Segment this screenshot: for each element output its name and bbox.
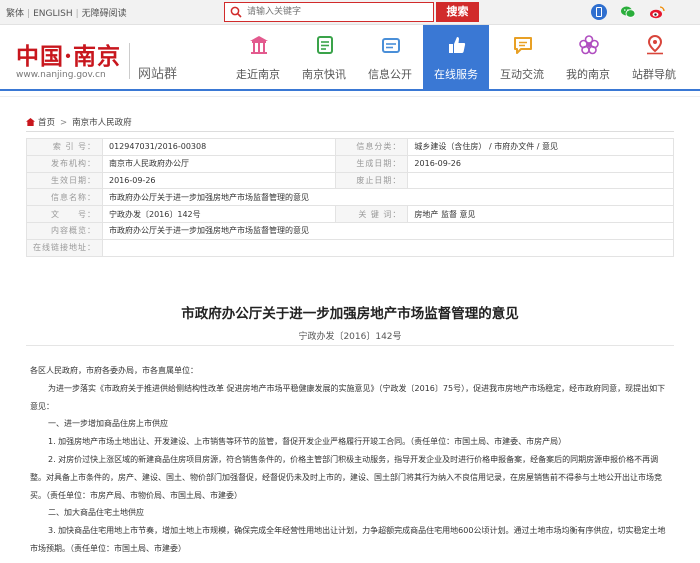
table-row: 在线链接地址：	[26, 238, 674, 257]
table-row: 信息名称： 市政府办公厅关于进一步加强房地产市场监督管理的意见	[26, 188, 674, 207]
meta-key: 文 号：	[26, 205, 103, 223]
breadcrumb-current[interactable]: 南京市人民政府	[72, 118, 132, 128]
section-heading: 一、进一步增加商品住房上市供应	[48, 419, 168, 429]
meta-key: 内容概览：	[26, 221, 103, 240]
paragraph: 2. 对房价过快上涨区域的新建商品住房项目房源，符合销售条件的，价格主管部门积极…	[30, 454, 662, 500]
meta-value: 房地产 监督 意见	[407, 205, 674, 223]
nav-label: 信息公开	[368, 68, 412, 81]
mobile-app-icon[interactable]	[591, 4, 607, 20]
news-icon	[317, 36, 333, 54]
meta-value: 市政府办公厅关于进一步加强房地产市场监督管理的意见	[102, 188, 674, 207]
nav-item-info-disclosure[interactable]: 信息公开	[357, 25, 423, 89]
link-english[interactable]: ENGLISH	[33, 9, 73, 19]
meta-value: 2016-09-26	[407, 154, 674, 173]
salutation: 各区人民政府，市府各委办局，市各直属单位：	[30, 366, 198, 375]
nav-label: 在线服务	[434, 68, 478, 81]
nav-item-site-navigation[interactable]: 站群导航	[621, 25, 687, 89]
table-row: 索 引 号： 012947031/2016-00308 信息分类： 城乡建设（含…	[26, 138, 674, 156]
document-icon	[382, 38, 400, 53]
nav-item-explore-nanjing[interactable]: 走近南京	[225, 25, 291, 89]
meta-key: 废止日期：	[335, 171, 409, 190]
search-icon	[230, 6, 242, 18]
site-group-label: 网站群	[138, 67, 178, 82]
paragraph: 1. 加强房地产市场土地出让、开发建设、上市销售等环节的监管，督促开发企业严格履…	[48, 437, 567, 447]
meta-value	[407, 171, 674, 190]
meta-key: 索 引 号：	[26, 138, 103, 156]
chat-icon	[514, 37, 532, 54]
divider	[26, 345, 674, 346]
meta-key: 在线链接地址：	[26, 238, 103, 257]
weibo-icon[interactable]	[649, 4, 665, 20]
nav-item-interaction[interactable]: 互动交流	[489, 25, 555, 89]
nav-label: 互动交流	[500, 68, 544, 81]
document-meta-table: 索 引 号： 012947031/2016-00308 信息分类： 城乡建设（含…	[26, 138, 674, 257]
table-row: 生效日期： 2016-09-26 废止日期：	[26, 171, 674, 190]
top-utility-bar: 繁体|ENGLISH|无障碍阅读 搜索	[0, 0, 700, 25]
pavilion-icon	[250, 36, 268, 54]
meta-value: 市政府办公厅关于进一步加强房地产市场监督管理的意见	[102, 221, 674, 240]
top-links: 繁体 | ENGLISH | 无障碍阅读	[6, 6, 127, 19]
site-url: www.nanjing.gov.cn	[16, 70, 106, 80]
nav-label: 我的南京	[566, 68, 610, 81]
site-logo[interactable]: 中国·南京	[16, 37, 121, 71]
location-pin-icon	[647, 35, 663, 55]
meta-key: 发布机构：	[26, 154, 103, 173]
nav-item-my-nanjing[interactable]: 我的南京	[555, 25, 621, 89]
divider	[26, 131, 674, 132]
meta-value: 宁政办发〔2016〕142号	[101, 205, 337, 223]
divider: |	[75, 9, 79, 19]
site-header: 中国·南京 www.nanjing.gov.cn 网站群 走近南京 南京快讯 信…	[0, 25, 700, 89]
meta-key: 信息分类：	[335, 138, 409, 156]
meta-value: 城乡建设（含住房） / 市府办文件 / 意见	[407, 138, 674, 156]
flower-icon	[579, 35, 599, 55]
document-body: 各区人民政府，市府各委办局，市各直属单位： 为进一步落实《市政府关于推进供给侧结…	[30, 362, 666, 558]
section-heading: 二、加大商品住宅土地供应	[48, 508, 144, 518]
nav-item-nanjing-news[interactable]: 南京快讯	[291, 25, 357, 89]
nav-label: 南京快讯	[302, 68, 346, 81]
table-row: 内容概览： 市政府办公厅关于进一步加强房地产市场监督管理的意见	[26, 221, 674, 240]
thumbs-up-icon	[449, 37, 466, 53]
meta-value: 012947031/2016-00308	[101, 138, 337, 156]
link-accessibility[interactable]: 无障碍阅读	[82, 6, 127, 19]
search-box	[224, 2, 434, 22]
breadcrumb-home[interactable]: 首页	[38, 118, 55, 128]
meta-value: 南京市人民政府办公厅	[101, 154, 337, 173]
divider: |	[27, 9, 31, 19]
paragraph: 为进一步落实《市政府关于推进供给侧结构性改革 促进房地产市场平稳健康发展的实施意…	[30, 383, 666, 411]
breadcrumb: 首页 > 南京市人民政府	[26, 116, 132, 128]
search-button[interactable]: 搜索	[436, 2, 479, 22]
table-row: 发布机构： 南京市人民政府办公厅 生成日期： 2016-09-26	[26, 154, 674, 173]
document-title: 市政府办公厅关于进一步加强房地产市场监督管理的意见	[181, 306, 519, 322]
meta-value: 2016-09-26	[101, 171, 337, 190]
home-icon	[26, 118, 35, 126]
search-input[interactable]	[247, 4, 427, 20]
header-divider	[0, 89, 700, 91]
meta-key: 信息名称：	[26, 188, 103, 207]
main-nav: 走近南京 南京快讯 信息公开 在线服务 互动交流 我的南京 站群导航	[225, 25, 687, 89]
meta-key: 生成日期：	[335, 154, 409, 173]
breadcrumb-separator: >	[60, 118, 68, 128]
paragraph: 3. 加快商品住宅用地上市节奏，增加土地上市规模，确保完成全年经营性用地出让计划…	[30, 526, 666, 553]
table-row: 文 号： 宁政办发〔2016〕142号 关 键 词： 房地产 监督 意见	[26, 205, 674, 223]
nav-label: 走近南京	[236, 68, 280, 81]
meta-key: 关 键 词：	[335, 205, 409, 223]
meta-value[interactable]	[102, 238, 674, 257]
meta-key: 生效日期：	[26, 171, 103, 190]
wechat-icon[interactable]	[620, 4, 636, 20]
nav-item-online-services[interactable]: 在线服务	[423, 25, 489, 89]
nav-label: 站群导航	[632, 68, 676, 81]
link-traditional-chinese[interactable]: 繁体	[6, 6, 24, 19]
document-number: 宁政办发〔2016〕142号	[298, 332, 402, 342]
logo-divider	[129, 43, 130, 79]
main-content: 首页 > 南京市人民政府 索 引 号： 012947031/2016-00308 信…	[0, 96, 700, 563]
